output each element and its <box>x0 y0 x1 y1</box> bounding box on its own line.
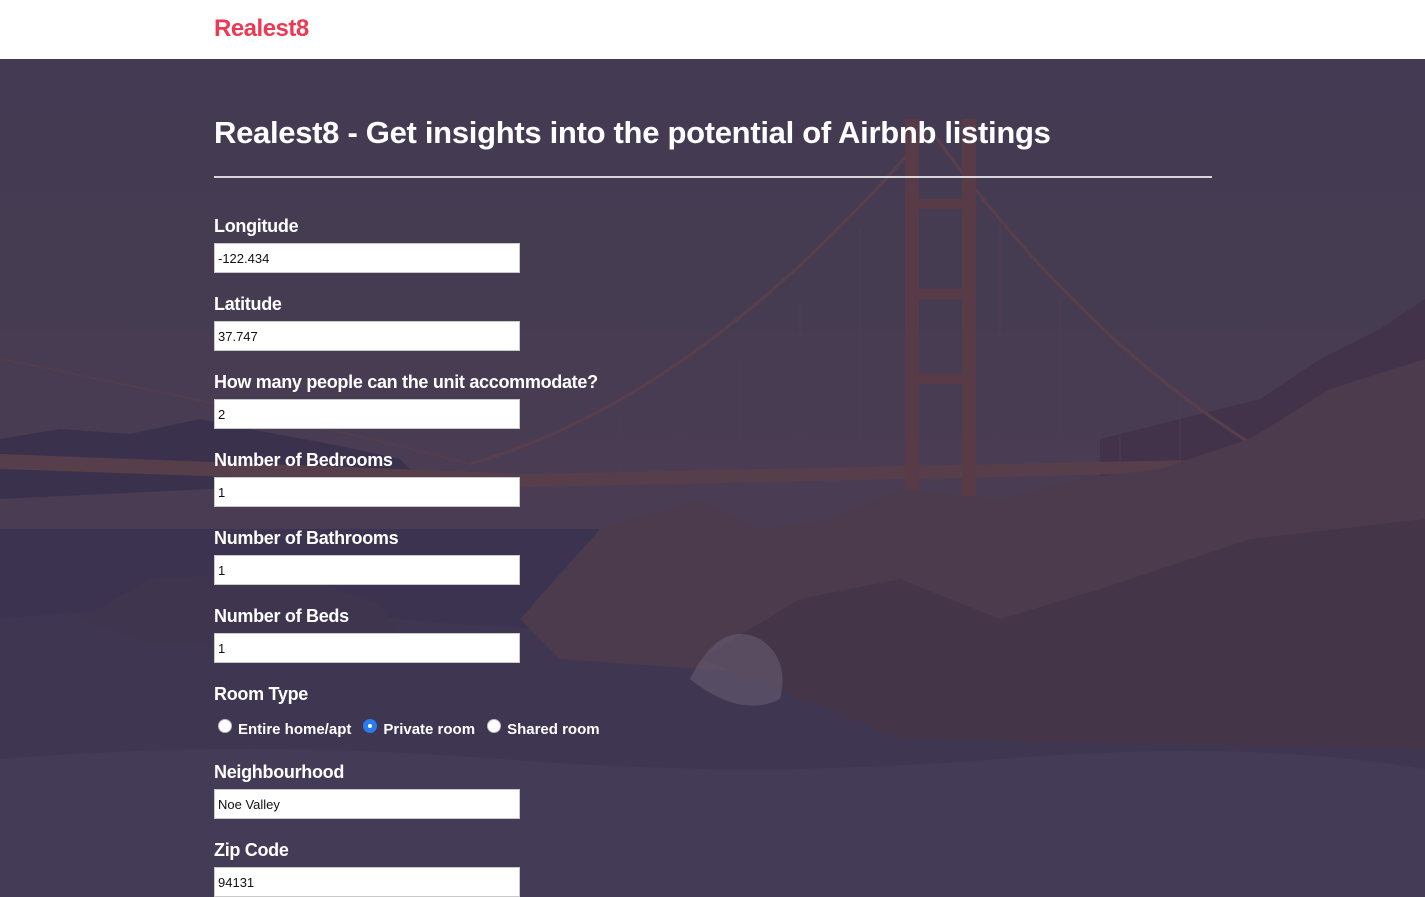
hero-section: Realest8 - Get insights into the potenti… <box>0 59 1425 897</box>
latitude-label: Latitude <box>214 294 282 314</box>
room-type-option-private-room[interactable]: Private room <box>359 719 483 738</box>
neighbourhood-input[interactable] <box>214 789 520 819</box>
radio-label-entire-home: Entire home/apt <box>238 720 352 738</box>
zip-code-input[interactable] <box>214 867 520 897</box>
page-title: Realest8 - Get insights into the potenti… <box>214 115 1051 150</box>
room-type-option-entire-home[interactable]: Entire home/apt <box>214 719 359 738</box>
accommodates-input[interactable] <box>214 399 520 429</box>
latitude-input[interactable] <box>214 321 520 351</box>
bedrooms-label: Number of Bedrooms <box>214 450 393 470</box>
radio-label-private-room: Private room <box>383 720 476 738</box>
radio-shared-room[interactable] <box>487 719 502 733</box>
bedrooms-input[interactable] <box>214 477 520 507</box>
beds-input[interactable] <box>214 633 520 663</box>
accommodates-label: How many people can the unit accommodate… <box>214 372 598 392</box>
radio-entire-home[interactable] <box>218 719 232 733</box>
title-divider <box>214 176 1212 178</box>
brand-logo-link[interactable]: Realest8 <box>214 15 309 43</box>
room-type-label: Room Type <box>214 684 308 704</box>
room-type-radio-group: Entire home/apt Private room Shared room <box>214 717 608 741</box>
radio-private-room[interactable] <box>363 719 378 733</box>
longitude-label: Longitude <box>214 216 299 236</box>
bathrooms-label: Number of Bathrooms <box>214 528 399 548</box>
room-type-option-shared-room[interactable]: Shared room <box>483 719 608 738</box>
beds-label: Number of Beds <box>214 606 349 626</box>
top-nav-bar: Realest8 <box>0 0 1425 59</box>
neighbourhood-label: Neighbourhood <box>214 762 345 782</box>
zip-code-label: Zip Code <box>214 840 289 860</box>
radio-label-shared-room: Shared room <box>507 720 600 738</box>
longitude-input[interactable] <box>214 243 520 273</box>
bathrooms-input[interactable] <box>214 555 520 585</box>
